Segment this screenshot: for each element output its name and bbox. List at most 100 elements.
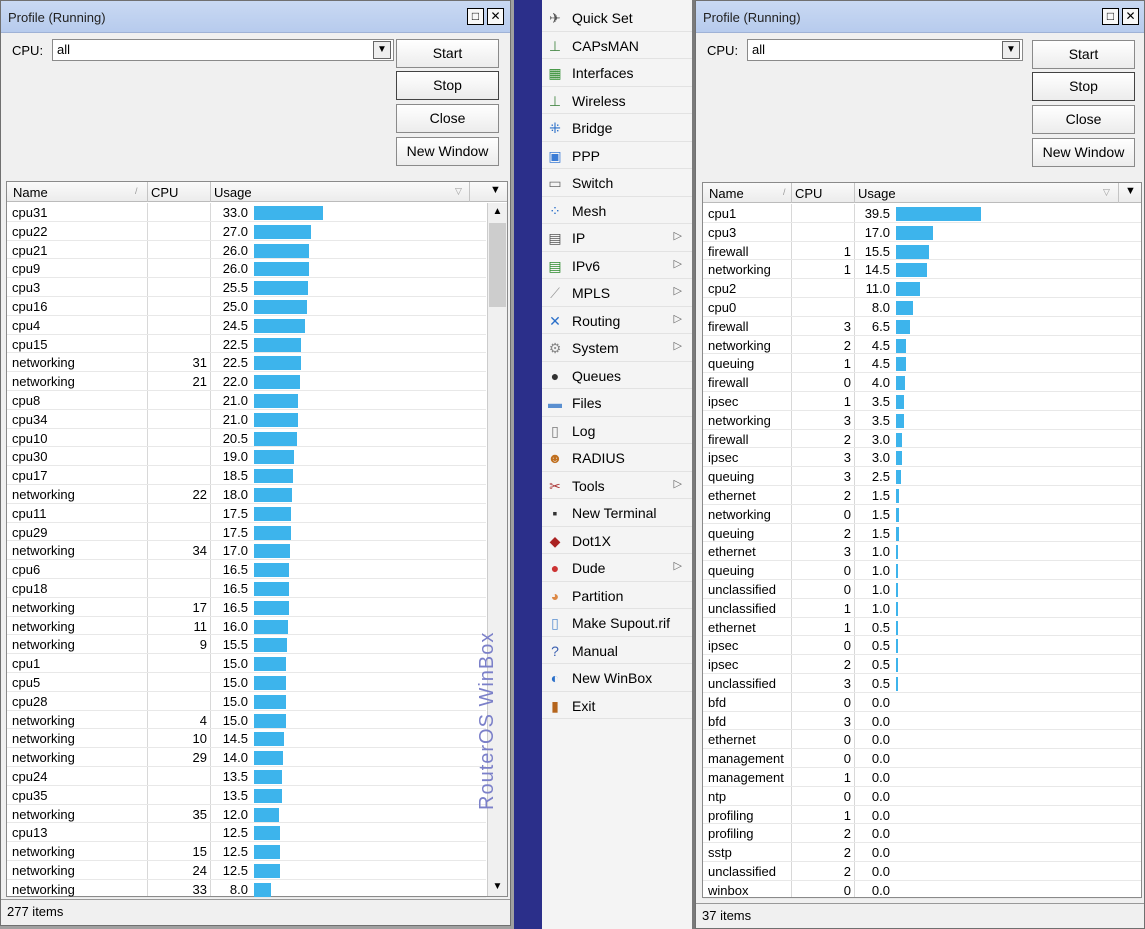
menu-item-files[interactable]: ▬ Files	[542, 389, 692, 417]
menu-item-capsman[interactable]: ⊥ CAPsMAN	[542, 32, 692, 59]
table-row[interactable]: networking 22 18.0	[7, 485, 486, 504]
menu-item-ipv6[interactable]: ▤ IPv6 ▷	[542, 252, 692, 279]
table-row[interactable]: ethernet 3 1.0	[703, 542, 1141, 562]
table-row[interactable]: cpu2 11.0	[703, 279, 1141, 298]
menu-item-new-winbox[interactable]: ◐ New WinBox	[542, 664, 692, 692]
table-row[interactable]: cpu17 18.5	[7, 466, 486, 485]
table-row[interactable]: bfd 3 0.0	[703, 712, 1141, 731]
table-row[interactable]: ethernet 1 0.5	[703, 618, 1141, 637]
table-row[interactable]: unclassified 0 1.0	[703, 580, 1141, 599]
table-row[interactable]: cpu0 8.0	[703, 298, 1141, 317]
chevron-down-icon[interactable]: ▼	[1002, 41, 1020, 59]
table-row[interactable]: unclassified 1 1.0	[703, 599, 1141, 618]
menu-item-quick-set[interactable]: ✈ Quick Set	[542, 4, 692, 32]
table-row[interactable]: ntp 0 0.0	[703, 787, 1141, 806]
maximize-icon[interactable]: □	[467, 8, 484, 25]
cpu-select[interactable]: all ▼	[52, 39, 394, 61]
column-menu-icon[interactable]: ▼	[1125, 185, 1136, 197]
table-row[interactable]: ipsec 3 3.0	[703, 448, 1141, 468]
table-row[interactable]: cpu11 17.5	[7, 504, 486, 523]
table-row[interactable]: cpu16 25.0	[7, 297, 486, 316]
maximize-icon[interactable]: □	[1102, 8, 1119, 25]
scroll-thumb[interactable]	[489, 223, 506, 307]
table-row[interactable]: networking 35 12.0	[7, 805, 486, 824]
table-row[interactable]: networking 11 16.0	[7, 617, 486, 636]
table-row[interactable]: unclassified 2 0.0	[703, 862, 1141, 881]
menu-item-ppp[interactable]: ▣ PPP	[542, 142, 692, 169]
menu-item-partition[interactable]: ◕ Partition	[542, 582, 692, 609]
table-row[interactable]: cpu28 15.0	[7, 692, 486, 711]
stop-button[interactable]: Stop	[396, 71, 499, 100]
table-row[interactable]: unclassified 3 0.5	[703, 674, 1141, 693]
new-window-button[interactable]: New Window	[396, 137, 499, 166]
table-row[interactable]: cpu5 15.0	[7, 673, 486, 692]
menu-item-make-supout-rif[interactable]: ▯ Make Supout.rif	[542, 609, 692, 637]
column-name[interactable]: Name	[709, 186, 744, 201]
menu-item-tools[interactable]: ✂ Tools ▷	[542, 472, 692, 499]
table-row[interactable]: networking 0 1.5	[703, 505, 1141, 524]
menu-item-queues[interactable]: ● Queues	[542, 362, 692, 389]
table-row[interactable]: cpu31 33.0	[7, 203, 486, 222]
column-cpu[interactable]: CPU	[151, 185, 178, 200]
table-row[interactable]: ipsec 2 0.5	[703, 655, 1141, 674]
close-icon[interactable]: ✕	[1122, 8, 1139, 25]
table-row[interactable]: firewall 1 15.5	[703, 242, 1141, 261]
table-row[interactable]: cpu35 13.5	[7, 786, 486, 805]
table-row[interactable]: cpu15 22.5	[7, 335, 486, 354]
table-row[interactable]: cpu29 17.5	[7, 523, 486, 542]
close-icon[interactable]: ✕	[487, 8, 504, 25]
table-row[interactable]: cpu4 24.5	[7, 316, 486, 335]
table-row[interactable]: cpu9 26.0	[7, 259, 486, 279]
column-menu-icon[interactable]: ▼	[490, 184, 501, 196]
table-row[interactable]: cpu22 27.0	[7, 222, 486, 241]
table-row[interactable]: queuing 3 2.5	[703, 467, 1141, 486]
menu-item-switch[interactable]: ▭ Switch	[542, 169, 692, 197]
table-row[interactable]: management 0 0.0	[703, 749, 1141, 768]
close-button[interactable]: Close	[396, 104, 499, 133]
cpu-select[interactable]: all ▼	[747, 39, 1023, 61]
table-row[interactable]: cpu3 25.5	[7, 278, 486, 297]
table-row[interactable]: networking 33 8.0	[7, 880, 486, 899]
menu-item-interfaces[interactable]: ▦ Interfaces	[542, 59, 692, 87]
menu-item-system[interactable]: ⚙ System ▷	[542, 334, 692, 362]
table-row[interactable]: networking 24 12.5	[7, 861, 486, 880]
table-row[interactable]: queuing 2 1.5	[703, 524, 1141, 543]
window-titlebar[interactable]: Profile (Running) □ ✕	[1, 1, 510, 33]
column-name[interactable]: Name	[13, 185, 48, 200]
menu-item-dude[interactable]: ● Dude ▷	[542, 554, 692, 582]
new-window-button[interactable]: New Window	[1032, 138, 1135, 167]
scroll-up-icon[interactable]: ▲	[488, 203, 507, 221]
menu-item-mpls[interactable]: ⟋ MPLS ▷	[542, 279, 692, 307]
table-row[interactable]: firewall 2 3.0	[703, 430, 1141, 449]
table-row[interactable]: sstp 2 0.0	[703, 843, 1141, 862]
table-row[interactable]: networking 10 14.5	[7, 729, 486, 749]
menu-item-radius[interactable]: ☻ RADIUS	[542, 444, 692, 472]
table-row[interactable]: networking 29 14.0	[7, 748, 486, 767]
table-row[interactable]: cpu30 19.0	[7, 447, 486, 467]
start-button[interactable]: Start	[396, 39, 499, 68]
chevron-down-icon[interactable]: ▼	[373, 41, 391, 59]
column-usage[interactable]: Usage	[214, 185, 252, 200]
table-row[interactable]: firewall 3 6.5	[703, 317, 1141, 336]
table-row[interactable]: cpu10 20.5	[7, 429, 486, 448]
menu-item-new-terminal[interactable]: ▪ New Terminal	[542, 499, 692, 527]
table-row[interactable]: cpu13 12.5	[7, 823, 486, 843]
table-row[interactable]: management 1 0.0	[703, 768, 1141, 787]
table-row[interactable]: networking 34 17.0	[7, 541, 486, 561]
menu-item-manual[interactable]: ? Manual	[542, 637, 692, 664]
menu-item-bridge[interactable]: ⁜ Bridge	[542, 114, 692, 142]
table-row[interactable]: cpu8 21.0	[7, 391, 486, 410]
table-row[interactable]: winbox 0 0.0	[703, 881, 1141, 900]
table-row[interactable]: profiling 1 0.0	[703, 806, 1141, 825]
table-row[interactable]: bfd 0 0.0	[703, 693, 1141, 712]
table-row[interactable]: cpu24 13.5	[7, 767, 486, 786]
table-row[interactable]: queuing 0 1.0	[703, 561, 1141, 580]
table-row[interactable]: cpu34 21.0	[7, 410, 486, 429]
table-row[interactable]: cpu21 26.0	[7, 241, 486, 260]
table-row[interactable]: profiling 2 0.0	[703, 824, 1141, 844]
table-row[interactable]: networking 2 4.5	[703, 336, 1141, 355]
menu-item-mesh[interactable]: ⁘ Mesh	[542, 197, 692, 224]
menu-item-ip[interactable]: ▤ IP ▷	[542, 224, 692, 252]
start-button[interactable]: Start	[1032, 40, 1135, 69]
column-usage[interactable]: Usage	[858, 186, 896, 201]
